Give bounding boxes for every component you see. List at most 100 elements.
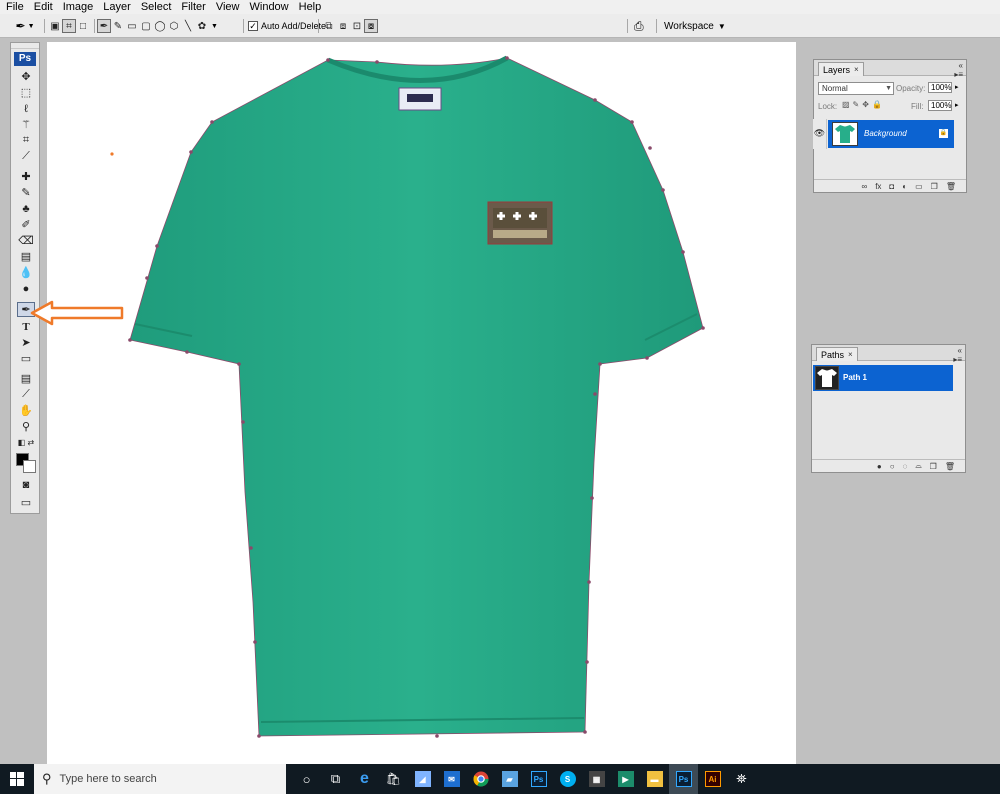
app-icon[interactable]: ▰ — [495, 764, 524, 794]
lock-options-icon[interactable]: ▨✎✥🔒 — [842, 100, 885, 109]
tab-paths[interactable]: Paths × — [816, 347, 858, 361]
menu-window[interactable]: Window — [246, 0, 295, 14]
bridge-button[interactable]: ⎙ — [634, 18, 644, 34]
menu-edit[interactable]: Edit — [30, 0, 59, 14]
tool-preset-picker[interactable]: ✒ ▼ — [10, 18, 40, 34]
eraser-tool-icon[interactable]: ⌫ — [17, 233, 35, 248]
illustrator-icon[interactable]: Ai — [698, 764, 727, 794]
custom-shape-option-icon[interactable]: ✿ — [195, 19, 209, 33]
skype-icon[interactable]: S — [553, 764, 582, 794]
panel-menu-icon[interactable]: ▸≡ — [954, 70, 963, 79]
tab-layers[interactable]: Layers × — [818, 62, 864, 76]
toolbox-grip[interactable] — [11, 43, 39, 49]
chevron-down-icon[interactable]: ▼ — [211, 23, 218, 30]
background-color-swatch[interactable] — [23, 460, 36, 473]
exclude-overlapping-path-areas-icon[interactable]: ⧇ — [364, 19, 378, 33]
store-icon[interactable]: 🛍 — [379, 764, 408, 794]
polygon-option-icon[interactable]: ⬡ — [167, 19, 181, 33]
start-button[interactable] — [0, 764, 34, 794]
stroke-path-icon[interactable]: ○ — [890, 462, 895, 471]
document-canvas[interactable] — [47, 42, 796, 764]
gradient-tool-icon[interactable]: ▤ — [17, 249, 35, 264]
panel-collapse-icon[interactable]: « — [958, 346, 962, 355]
hand-tool-icon[interactable]: ✋ — [17, 403, 35, 418]
auto-add-delete-option[interactable]: ✓ Auto Add/Delete — [248, 18, 326, 34]
close-icon[interactable]: × — [848, 349, 853, 361]
chevron-right-icon[interactable]: ▸ — [955, 83, 959, 91]
blur-tool-icon[interactable]: 💧 — [17, 265, 35, 280]
new-group-icon[interactable]: ▭ — [915, 182, 923, 191]
menu-select[interactable]: Select — [137, 0, 178, 14]
network-icon[interactable]: ⛯ — [727, 764, 756, 794]
make-work-path-icon[interactable]: ⌓ — [915, 461, 921, 471]
edge-icon[interactable]: e — [350, 764, 379, 794]
path-selection-tool-icon[interactable]: ➤ — [17, 335, 35, 350]
menu-layer[interactable]: Layer — [99, 0, 137, 14]
photoshop-icon[interactable]: Ps — [669, 764, 698, 794]
brush-tool-icon[interactable]: ✎ — [17, 185, 35, 200]
cortana-icon[interactable]: ○ — [292, 764, 321, 794]
link-layers-icon[interactable]: ∞ — [861, 182, 867, 191]
menu-filter[interactable]: Filter — [177, 0, 211, 14]
dodge-tool-icon[interactable]: ● — [17, 281, 35, 296]
workspace-menu-button[interactable]: Workspace ▼ — [664, 17, 726, 35]
menu-file[interactable]: File — [2, 0, 30, 14]
swap-colors-icon[interactable]: ◧ ⇄ — [17, 435, 35, 450]
fill-field[interactable]: 100% — [928, 100, 952, 111]
magic-wand-tool-icon[interactable]: ⚚ — [17, 117, 35, 132]
layer-mask-icon[interactable]: ◘ — [889, 182, 894, 191]
paths-mode-button[interactable]: ⌗ — [62, 19, 76, 33]
lasso-tool-icon[interactable]: ℓ — [17, 101, 35, 116]
trash-icon[interactable]: 🗑 — [945, 462, 955, 471]
opacity-field[interactable]: 100% — [928, 82, 952, 93]
trash-icon[interactable]: 🗑 — [946, 182, 956, 191]
app-icon[interactable]: ▶ — [611, 764, 640, 794]
fill-pixels-mode-button[interactable]: □ — [76, 19, 90, 33]
rectangle-option-icon[interactable]: ▭ — [125, 19, 139, 33]
freeform-pen-option-icon[interactable]: ✎ — [111, 19, 125, 33]
close-icon[interactable]: × — [854, 64, 859, 76]
intersect-path-areas-icon[interactable]: ⊡ — [350, 19, 364, 33]
taskbar-search[interactable]: ⚲ Type here to search — [34, 764, 286, 794]
fill-path-icon[interactable]: ● — [877, 462, 882, 471]
new-layer-icon[interactable]: ❐ — [931, 182, 938, 191]
app-icon[interactable]: ◢ — [408, 764, 437, 794]
calculator-icon[interactable]: ▦ — [582, 764, 611, 794]
zoom-tool-icon[interactable]: ⚲ — [17, 419, 35, 434]
eyedropper-tool-icon[interactable]: ⟋ — [17, 387, 35, 402]
chrome-icon[interactable] — [466, 764, 495, 794]
pen-tool-option-icon[interactable]: ✒ — [97, 19, 111, 33]
photoshop-logo[interactable]: Ps — [14, 52, 36, 66]
chevron-right-icon[interactable]: ▸ — [955, 101, 959, 109]
layer-row-background[interactable]: Background 🔒 — [828, 120, 954, 148]
crop-tool-icon[interactable]: ⌗ — [17, 133, 35, 148]
layer-style-icon[interactable]: fx — [875, 182, 881, 191]
marquee-tool-icon[interactable]: ⬚ — [17, 85, 35, 100]
load-path-as-selection-icon[interactable]: ◌ — [903, 462, 908, 471]
photoshop-icon[interactable]: Ps — [524, 764, 553, 794]
file-explorer-icon[interactable]: ▬ — [640, 764, 669, 794]
menu-view[interactable]: View — [212, 0, 246, 14]
mail-icon[interactable]: ✉ — [437, 764, 466, 794]
quick-mask-icon[interactable]: ◙ — [17, 477, 35, 492]
screen-mode-icon[interactable]: ▭ — [17, 495, 35, 510]
move-tool-icon[interactable]: ✥ — [17, 69, 35, 84]
rounded-rectangle-option-icon[interactable]: ▢ — [139, 19, 153, 33]
eye-icon[interactable]: 👁 — [813, 119, 827, 149]
notes-tool-icon[interactable]: ▤ — [17, 371, 35, 386]
task-view-icon[interactable]: ⧉ — [321, 764, 350, 794]
menu-image[interactable]: Image — [59, 0, 100, 14]
rectangle-shape-tool-icon[interactable]: ▭ — [17, 351, 35, 366]
ellipse-option-icon[interactable]: ◯ — [153, 19, 167, 33]
auto-add-delete-checkbox[interactable]: ✓ — [248, 21, 258, 31]
menu-help[interactable]: Help — [295, 0, 328, 14]
path-row-path-1[interactable]: Path 1 — [813, 365, 953, 391]
panel-menu-icon[interactable]: ▸≡ — [953, 355, 962, 364]
add-to-path-area-icon[interactable]: ⧉ — [322, 19, 336, 33]
line-option-icon[interactable]: ╲ — [181, 19, 195, 33]
subtract-path-area-icon[interactable]: ⧈ — [336, 19, 350, 33]
shape-layers-mode-button[interactable]: ▣ — [48, 19, 62, 33]
blend-mode-select[interactable]: Normal ▼ — [818, 82, 894, 95]
slice-tool-icon[interactable]: ⟋ — [17, 149, 35, 164]
new-path-icon[interactable]: ❐ — [930, 462, 937, 471]
